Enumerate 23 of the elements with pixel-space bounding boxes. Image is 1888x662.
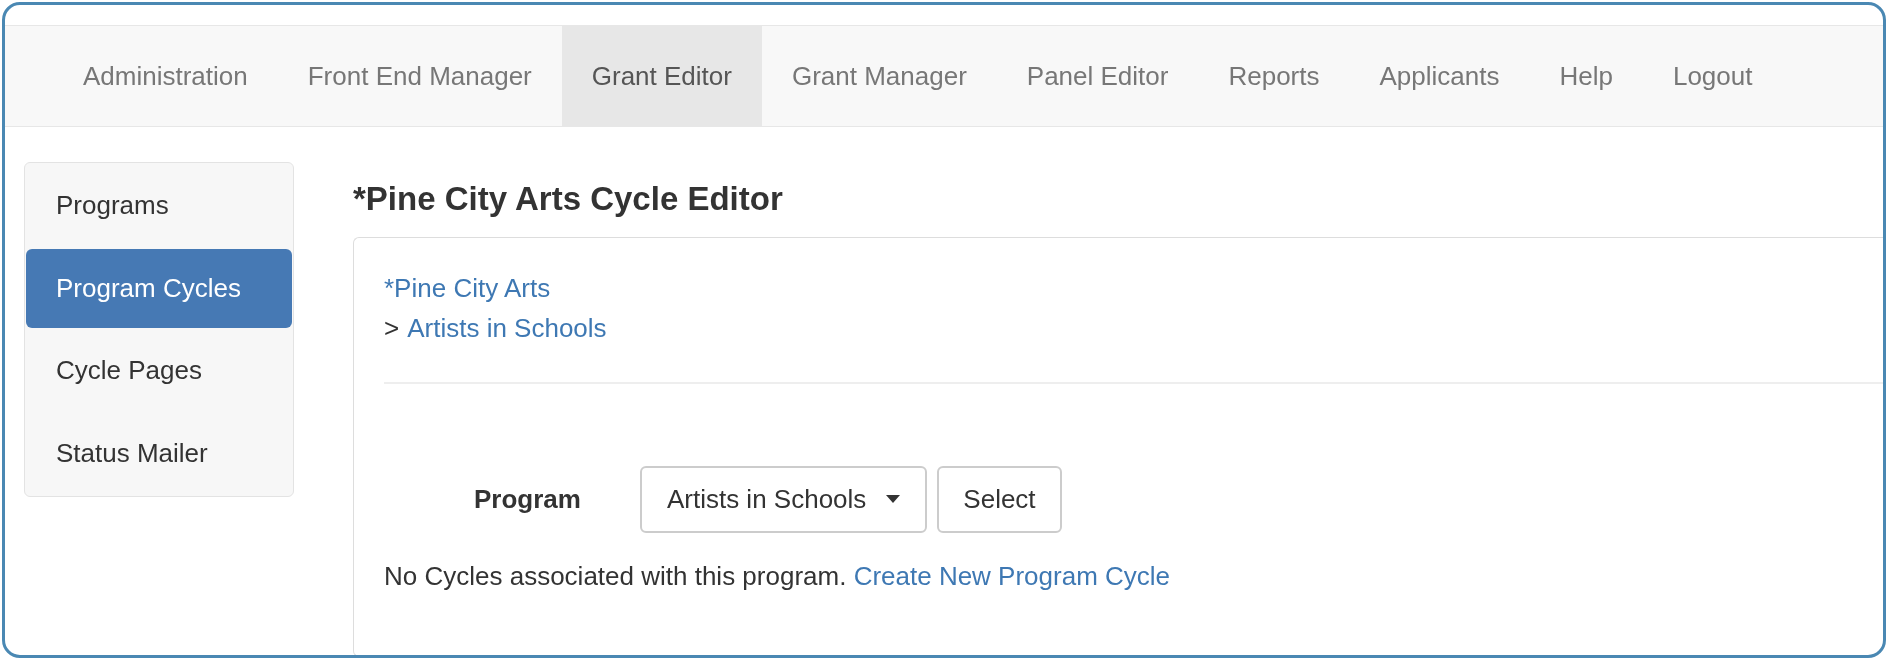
nav-tab[interactable]: Grant Editor: [561, 26, 762, 126]
nav-tab[interactable]: Panel Editor: [996, 26, 1199, 126]
nav-tab[interactable]: Help: [1529, 26, 1643, 126]
sidebar-item[interactable]: Programs: [26, 166, 292, 246]
create-cycle-link[interactable]: Create New Program Cycle: [853, 560, 1171, 591]
nav-tab[interactable]: Front End Manager: [277, 26, 562, 126]
breadcrumb-link[interactable]: Artists in Schools: [407, 312, 607, 343]
page-title: *Pine City Arts Cycle Editor: [353, 179, 784, 219]
sidebar-item[interactable]: Status Mailer: [26, 413, 292, 493]
nav-tab[interactable]: Administration: [53, 26, 278, 126]
nav-tab[interactable]: Grant Manager: [761, 26, 997, 126]
sidebar-item[interactable]: Cycle Pages: [26, 331, 292, 411]
nav-tab[interactable]: Applicants: [1349, 26, 1530, 126]
caret-icon: [886, 495, 901, 503]
sidebar-item[interactable]: Program Cycles: [26, 248, 292, 328]
breadcrumb-separator: >: [384, 312, 400, 343]
breadcrumb-link[interactable]: *Pine City Arts: [384, 272, 551, 303]
nav-tab[interactable]: Logout: [1642, 26, 1783, 126]
empty-message: No Cycles associated with this program. Create New Program Cycle: [384, 559, 1172, 593]
select-button[interactable]: Select: [937, 465, 1062, 533]
program-dropdown[interactable]: Artists in Schools: [639, 465, 928, 533]
nav-tab[interactable]: Reports: [1198, 26, 1350, 126]
field-label: Program: [474, 482, 581, 516]
